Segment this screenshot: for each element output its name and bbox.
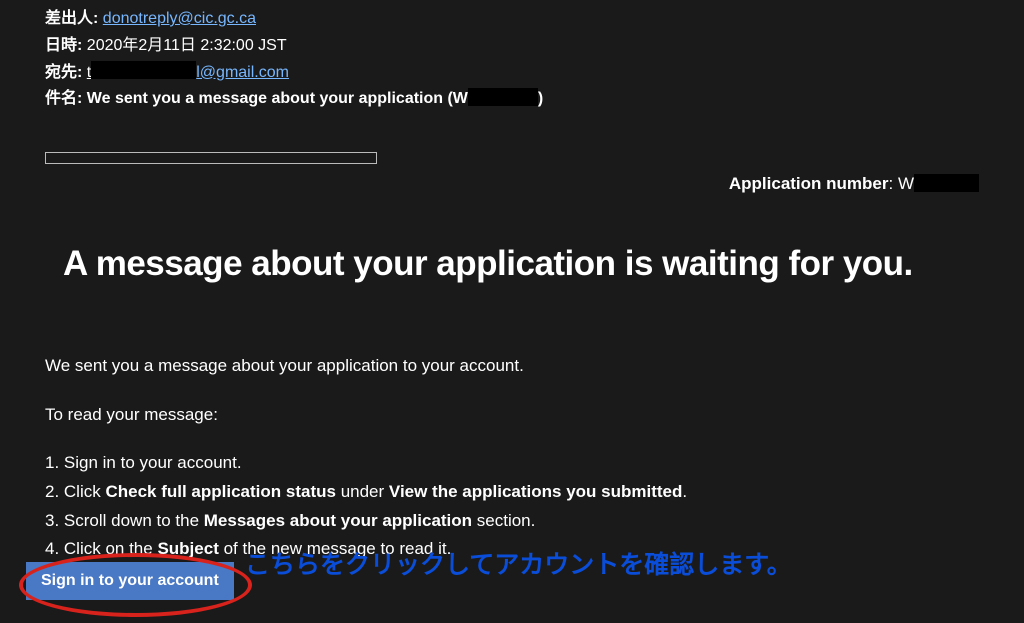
sign-in-button[interactable]: Sign in to your account <box>26 562 234 600</box>
date-label: 日時: <box>45 37 82 54</box>
body-read-label: To read your message: <box>45 403 979 428</box>
application-number-sep: : W <box>889 174 915 193</box>
body-intro: We sent you a message about your applica… <box>45 354 979 379</box>
application-number-label: Application number <box>729 174 889 193</box>
header-date: 日時: 2020年2月11日 2:32:00 JST <box>45 34 979 59</box>
subject-label: 件名: <box>45 90 82 107</box>
headline: A message about your application is wait… <box>63 244 979 284</box>
placeholder-box <box>45 152 377 164</box>
header-subject: 件名: We sent you a message about your app… <box>45 87 979 112</box>
redacted-to <box>91 61 196 79</box>
from-label: 差出人: <box>45 10 98 27</box>
annotation-text: こちらをクリックしてアカウントを確認します。 <box>245 545 792 581</box>
step-1: 1. Sign in to your account. <box>45 451 979 476</box>
header-to: 宛先: tl@gmail.com <box>45 61 979 86</box>
to-address-link[interactable]: l@gmail.com <box>196 64 289 81</box>
application-number-line: Application number: W <box>45 174 979 194</box>
redacted-application-number <box>914 174 979 192</box>
signin-wrap: Sign in to your account <box>26 562 234 600</box>
email-container: 差出人: donotreply@cic.gc.ca 日時: 2020年2月11日… <box>0 0 1024 562</box>
subject-suffix: ) <box>538 90 543 107</box>
header-from: 差出人: donotreply@cic.gc.ca <box>45 7 979 32</box>
date-value: 2020年2月11日 2:32:00 JST <box>87 37 287 54</box>
subject-prefix: We sent you a message about your applica… <box>87 90 468 107</box>
body-text: We sent you a message about your applica… <box>45 354 979 562</box>
step-2: 2. Click Check full application status u… <box>45 480 979 505</box>
from-address-link[interactable]: donotreply@cic.gc.ca <box>103 10 256 27</box>
to-label: 宛先: <box>45 64 82 81</box>
step-3: 3. Scroll down to the Messages about you… <box>45 509 979 534</box>
redacted-subject <box>468 88 538 106</box>
